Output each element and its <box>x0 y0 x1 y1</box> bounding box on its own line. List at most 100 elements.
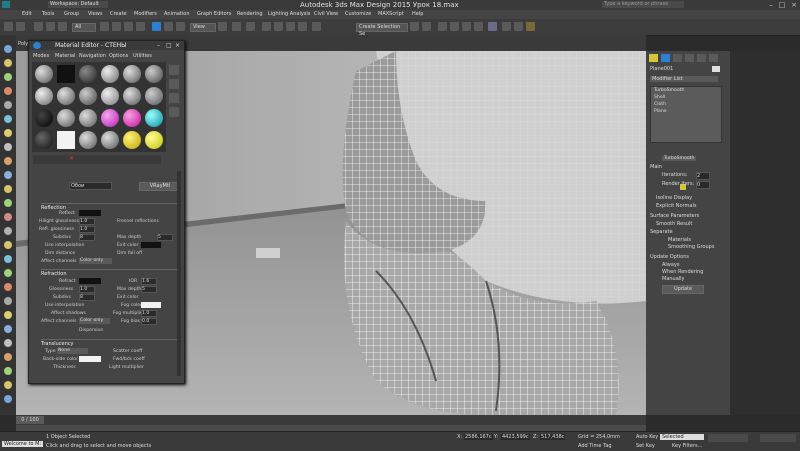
affect-shadows-checkbox[interactable]: Affect shadows <box>51 311 86 316</box>
mated-menu-utilities[interactable]: Utilities <box>133 53 152 59</box>
material-slot[interactable] <box>79 65 97 83</box>
exit-color-swatch[interactable] <box>141 242 161 248</box>
back-side-color-swatch[interactable] <box>79 356 101 362</box>
schematic-view-icon[interactable] <box>474 22 483 31</box>
search-field[interactable]: Type a keyword or phrase <box>602 1 684 8</box>
strip-tool-icon[interactable] <box>4 199 12 207</box>
stack-item-plane[interactable]: Plane <box>654 109 667 114</box>
unlink-icon[interactable] <box>46 22 55 31</box>
reference-coordinate-dropdown[interactable]: View <box>190 23 216 32</box>
menu-customize[interactable]: Customize <box>345 11 371 17</box>
always-radio[interactable]: Always <box>662 262 680 268</box>
stack-item-shell[interactable]: Shell <box>654 95 665 100</box>
subdivs-spinner[interactable]: 8 <box>79 234 95 241</box>
mated-menu-modes[interactable]: Modes <box>33 53 49 59</box>
motion-tab-icon[interactable] <box>685 54 694 62</box>
graphite-toolbar-icon[interactable] <box>450 22 459 31</box>
material-slot[interactable] <box>57 87 75 105</box>
background-icon[interactable] <box>169 93 179 103</box>
x-coordinate-field[interactable]: 2586,167c <box>464 434 493 440</box>
select-and-rotate-icon[interactable] <box>164 22 173 31</box>
menu-rendering[interactable]: Rendering <box>237 11 263 17</box>
menu-graph-editors[interactable]: Graph Editors <box>197 11 231 17</box>
object-color-swatch[interactable] <box>712 66 720 72</box>
delete-material-icon[interactable]: ✕ <box>69 155 74 162</box>
workspace-dropdown[interactable]: Workspace: Default <box>48 1 108 8</box>
redo-icon[interactable] <box>16 22 25 31</box>
strip-tool-icon[interactable] <box>4 395 12 403</box>
menu-help[interactable]: Help <box>412 11 423 17</box>
material-editor-scrollbar[interactable] <box>177 171 181 376</box>
strip-tool-icon[interactable] <box>4 227 12 235</box>
update-button[interactable]: Update <box>662 285 704 294</box>
edit-named-selection-icon[interactable] <box>312 22 321 31</box>
time-slider[interactable]: 0 / 100 <box>16 415 646 425</box>
fresnel-checkbox[interactable]: Fresnel reflections <box>117 219 159 224</box>
menu-edit[interactable]: Edit <box>22 11 32 17</box>
strip-tool-icon[interactable] <box>4 45 12 53</box>
snaps-toggle-icon[interactable] <box>262 22 271 31</box>
strip-tool-icon[interactable] <box>4 115 12 123</box>
fog-color-swatch[interactable] <box>141 302 161 308</box>
undo-icon[interactable] <box>4 22 13 31</box>
create-tab-icon[interactable] <box>649 54 658 62</box>
modify-tab-icon[interactable] <box>661 54 670 62</box>
strip-tool-icon[interactable] <box>4 143 12 151</box>
refl-glossiness-spinner[interactable]: 1.0 <box>79 226 95 233</box>
playback-controls[interactable] <box>708 434 748 442</box>
material-editor-titlebar[interactable]: Material Editor - СТЕНЫ – □ × <box>29 41 184 50</box>
strip-tool-icon[interactable] <box>4 185 12 193</box>
rendered-frame-window-icon[interactable] <box>514 22 523 31</box>
reflection-rollout-header[interactable]: Reflection <box>41 203 179 211</box>
explicit-normals-checkbox[interactable]: Explicit Normals <box>656 203 696 209</box>
strip-tool-icon[interactable] <box>4 269 12 277</box>
ior-spinner[interactable]: 1.6 <box>141 278 157 285</box>
maximize-icon[interactable]: □ <box>777 1 787 9</box>
strip-tool-icon[interactable] <box>4 325 12 333</box>
dim-distance-checkbox[interactable]: Dim distance <box>45 251 75 256</box>
material-name-field[interactable]: Обои <box>69 182 112 190</box>
refract-color-swatch[interactable] <box>79 278 101 284</box>
render-iters-spinner[interactable]: 0 <box>696 181 710 189</box>
material-slot[interactable] <box>123 109 141 127</box>
strip-tool-icon[interactable] <box>4 59 12 67</box>
material-slot[interactable] <box>145 65 163 83</box>
mated-menu-material[interactable]: Material <box>55 53 75 59</box>
selection-filter-dropdown[interactable]: All <box>72 23 96 32</box>
menu-maxscript[interactable]: MAXScript <box>378 11 404 17</box>
sample-type-icon[interactable] <box>169 65 179 75</box>
menu-lighting-analysis[interactable]: Lighting Analysis <box>268 11 310 17</box>
select-object-icon[interactable] <box>100 22 109 31</box>
material-slot[interactable] <box>57 65 75 83</box>
material-slot[interactable] <box>145 131 163 149</box>
material-slot[interactable] <box>145 87 163 105</box>
hilight-glossiness-spinner[interactable]: 1.0 <box>79 218 95 225</box>
add-time-tag[interactable]: Add Time Tag <box>578 443 612 449</box>
material-type-button[interactable]: VRayMtl <box>139 182 181 191</box>
material-editor-window[interactable]: Material Editor - СТЕНЫ – □ × Modes Mate… <box>28 40 185 384</box>
strip-tool-icon[interactable] <box>4 73 12 81</box>
window-crossing-icon[interactable] <box>136 22 145 31</box>
strip-tool-icon[interactable] <box>4 213 12 221</box>
material-slot[interactable] <box>101 131 119 149</box>
menu-create[interactable]: Create <box>110 11 127 17</box>
angle-snap-icon[interactable] <box>274 22 283 31</box>
menu-civil-view[interactable]: Civil View <box>314 11 338 17</box>
material-slot[interactable] <box>123 87 141 105</box>
mated-menu-options[interactable]: Options <box>109 53 128 59</box>
isoline-display-checkbox[interactable]: Isoline Display <box>656 195 692 201</box>
when-rendering-radio[interactable]: When Rendering <box>662 269 703 275</box>
reflect-color-swatch[interactable] <box>79 210 101 216</box>
backlight-icon[interactable] <box>169 79 179 89</box>
hierarchy-tab-icon[interactable] <box>673 54 682 62</box>
iterations-spinner[interactable]: 2 <box>696 172 710 180</box>
link-icon[interactable] <box>34 22 43 31</box>
strip-tool-icon[interactable] <box>4 101 12 109</box>
minimize-icon[interactable]: – <box>157 42 160 49</box>
stack-item-turbosmooth[interactable]: TurboSmooth <box>654 88 684 93</box>
refraction-affect-channels-dropdown[interactable]: Color only <box>79 318 110 324</box>
use-interpolation-checkbox[interactable]: Use interpolation <box>45 243 84 248</box>
material-slot[interactable] <box>101 65 119 83</box>
set-key-button[interactable]: Set Key <box>636 443 655 449</box>
pivot-center-icon[interactable] <box>218 22 227 31</box>
